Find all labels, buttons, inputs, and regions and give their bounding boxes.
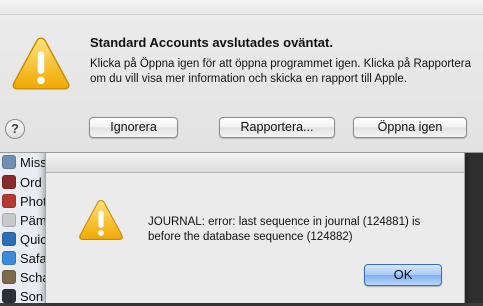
app-name: Phot xyxy=(20,193,47,209)
ignore-button[interactable]: Ignorera xyxy=(89,117,178,138)
ok-button[interactable]: OK xyxy=(364,264,442,286)
app-icon xyxy=(2,232,16,246)
app-name: Son xyxy=(20,288,44,304)
app-name: Miss xyxy=(20,154,47,170)
app-icon xyxy=(2,175,16,189)
app-icon xyxy=(2,270,16,284)
app-name: Ord xyxy=(20,174,42,190)
help-button[interactable]: ? xyxy=(5,119,25,139)
dialog-titlebar xyxy=(46,152,464,173)
warning-triangle-icon xyxy=(79,200,123,240)
dialog-title: Standard Accounts avslutades oväntat. xyxy=(90,35,333,50)
journal-error-message: JOURNAL: error: last sequence in journal… xyxy=(148,216,421,243)
report-button[interactable]: Rapportera... xyxy=(219,117,335,138)
reopen-button[interactable]: Öppna igen xyxy=(353,117,467,138)
app-name: Quic xyxy=(20,231,47,247)
app-icon xyxy=(2,289,16,303)
app-icon xyxy=(2,194,16,208)
dialog-top-edge xyxy=(0,0,483,15)
journal-error-dialog: JOURNAL: error: last sequence in journal… xyxy=(45,152,465,303)
dialog-message: Klicka på Öppna igen för att öppna progr… xyxy=(90,58,471,85)
app-name: Safa xyxy=(20,250,47,266)
app-icon xyxy=(2,251,16,265)
app-icon xyxy=(2,155,16,169)
crash-report-dialog: Standard Accounts avslutades oväntat. Kl… xyxy=(0,0,483,153)
app-icon xyxy=(2,213,16,227)
background-window-edge xyxy=(463,150,483,303)
app-name: Päm xyxy=(20,212,47,228)
warning-triangle-icon xyxy=(12,37,70,90)
